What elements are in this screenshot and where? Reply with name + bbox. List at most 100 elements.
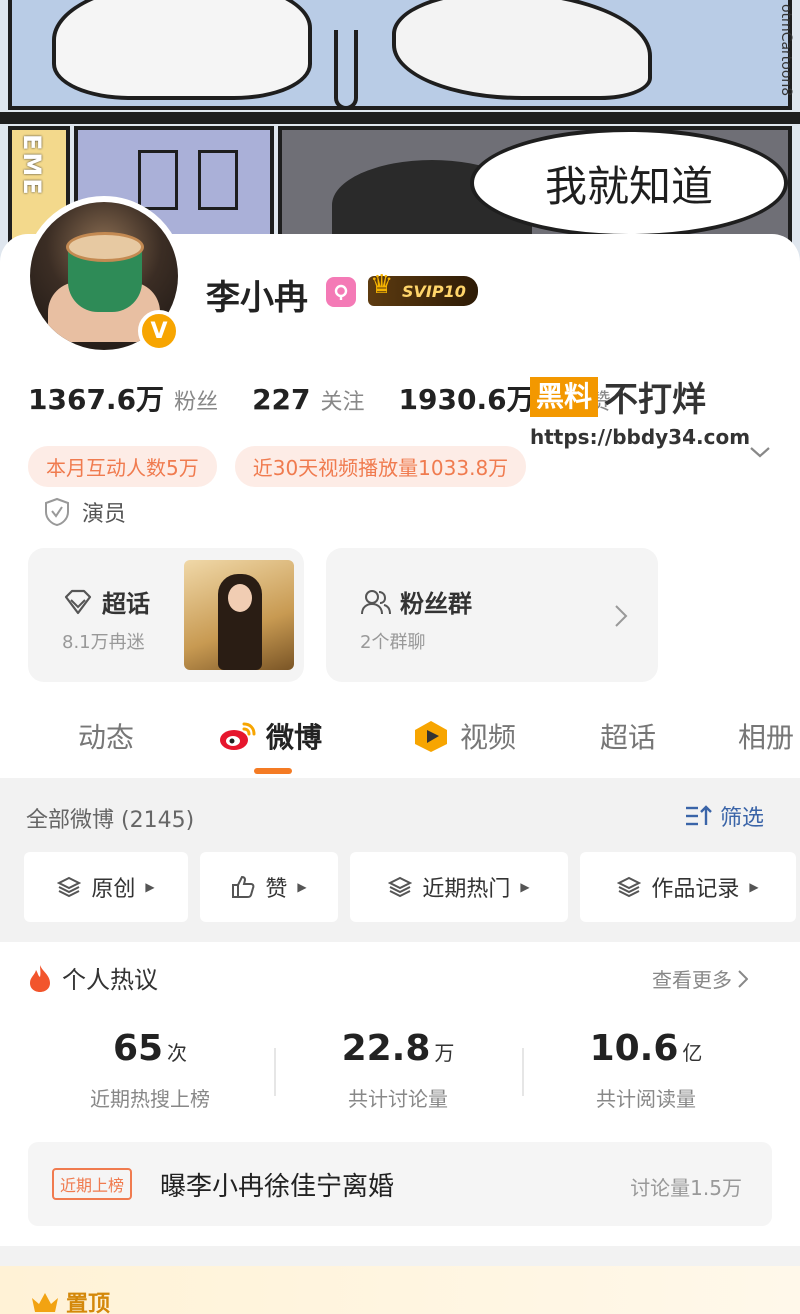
following-label[interactable]: 关注 (321, 384, 365, 416)
chip-trending[interactable]: 近期热门 ▶ (350, 852, 568, 922)
profile-page: otmCartoon8 EME 我就知道 V 李小冉 ♛ SVIP10 1367… (0, 0, 800, 1314)
super-topic-card[interactable]: 超话 8.1万冉迷 (28, 548, 304, 682)
layers-icon (617, 876, 642, 898)
chip-likes[interactable]: 赞 ▶ (200, 852, 338, 922)
chip-likes-label: 赞 (265, 877, 288, 902)
chevron-down-icon[interactable] (748, 440, 772, 464)
tab-weibo-label: 微博 (266, 721, 323, 754)
tag-video-plays[interactable]: 近30天视频播放量1033.8万 (234, 446, 527, 487)
watermark-badge: 黑料 (530, 376, 599, 417)
see-more-label: 查看更多 (652, 968, 732, 992)
thumbnail-face (228, 584, 252, 612)
role-row: 演员 (44, 496, 126, 528)
active-tab-indicator (254, 768, 292, 774)
filter-button[interactable]: 筛选 (684, 800, 764, 832)
metric-hot-search[interactable]: 65 次 近期热搜上榜 (30, 1028, 270, 1112)
fan-group-title: 粉丝群 (400, 590, 472, 618)
super-topic-subtitle: 8.1万冉迷 (62, 632, 145, 653)
metric-reads-unit: 亿 (682, 1041, 703, 1065)
watermark-url: https://bbdy34.com (530, 425, 751, 449)
chevron-right-icon (738, 969, 748, 988)
metric-discussion[interactable]: 22.8 万 共计讨论量 (278, 1028, 518, 1112)
filter-icon (686, 805, 712, 826)
crown-icon: ♛ (370, 270, 394, 300)
chip-trending-label: 近期热门 (422, 877, 511, 902)
tag-monthly-interactions[interactable]: 本月互动人数5万 (28, 446, 217, 487)
caret-right-icon: ▶ (297, 880, 307, 894)
weibo-logo-icon (220, 722, 256, 750)
fan-group-subtitle: 2个群聊 (360, 632, 426, 653)
tab-super-topic-label: 超话 (600, 721, 657, 754)
pinned-post-header[interactable]: 置顶 (0, 1266, 800, 1314)
profile-tabs: 动态 微博 视频 超话 相册 (0, 710, 800, 776)
profile-tags: 本月互动人数5万 近30天视频播放量1033.8万 (28, 446, 527, 487)
tab-super-topic[interactable]: 超话 (600, 716, 656, 756)
comic-panel-top (8, 0, 792, 110)
crown-icon (32, 1293, 58, 1312)
chip-works[interactable]: 作品记录 ▶ (580, 852, 796, 922)
section-separator (0, 1246, 800, 1266)
comic-figure-2 (392, 0, 652, 100)
hot-topic-text: 曝李小冉徐佳宁离婚 (160, 1172, 395, 1202)
role-label: 演员 (82, 502, 127, 527)
flame-icon (30, 964, 50, 992)
verified-v-icon: V (138, 310, 180, 352)
tab-album-label: 相册 (738, 721, 795, 754)
tab-dynamics[interactable]: 动态 (78, 716, 134, 756)
comic-credit: otmCartoon8 (778, 4, 794, 97)
comic-divider (0, 112, 800, 124)
recent-trending-badge: 近期上榜 (52, 1168, 133, 1200)
chip-original[interactable]: 原创 ▶ (24, 852, 188, 922)
comic-figure (52, 0, 312, 100)
tab-video[interactable]: 视频 (412, 716, 516, 756)
metric-reads-label: 共计阅读量 (596, 1087, 696, 1111)
feed-filter-section: 全部微博 (2145) 筛选 原创 ▶ 赞 ▶ 近期热门 ▶ 作品记录 ▶ (0, 778, 800, 942)
tab-weibo[interactable]: 微博 (218, 716, 322, 756)
video-play-icon (415, 721, 447, 752)
metric-discussion-label: 共计讨论量 (348, 1087, 448, 1111)
followers-count[interactable]: 1367.6万 (28, 378, 164, 418)
metric-reads-value: 10.6 (589, 1028, 679, 1069)
site-watermark: 黑料 不打烊 https://bbdy34.com (530, 372, 750, 449)
feed-count: 全部微博 (2145) (26, 808, 195, 833)
metric-divider (522, 1048, 524, 1096)
chip-original-label: 原创 (91, 877, 136, 902)
hot-topic-item[interactable]: 近期上榜 曝李小冉徐佳宁离婚 讨论量1.5万 (28, 1142, 772, 1226)
super-topic-title: 超话 (102, 590, 150, 618)
chip-works-label: 作品记录 (651, 877, 740, 902)
avatar-latte-art (66, 232, 144, 262)
layers-icon (57, 876, 82, 898)
metric-reads[interactable]: 10.6 亿 共计阅读量 (526, 1028, 766, 1112)
group-users-icon (361, 589, 391, 614)
personal-hot-section: 个人热议 查看更多 65 次 近期热搜上榜 22.8 万 共计讨论量 10.6 亿 共… (0, 942, 800, 1246)
profile-name: 李小冉 (206, 278, 308, 318)
watermark-text: 不打烊 (604, 380, 707, 420)
pinned-label: 置顶 (66, 1292, 111, 1314)
metric-divider (274, 1048, 276, 1096)
svip-badge[interactable]: ♛ SVIP10 (368, 270, 478, 306)
diamond-icon (64, 589, 92, 614)
see-more-link[interactable]: 查看更多 (652, 964, 748, 993)
tab-album[interactable]: 相册 (738, 716, 794, 756)
caret-right-icon: ▶ (520, 880, 530, 894)
filter-label: 筛选 (720, 806, 765, 831)
shield-check-icon (45, 497, 69, 527)
caret-right-icon: ▶ (749, 880, 759, 894)
interactions-count[interactable]: 1930.6万 (399, 378, 535, 418)
fan-group-card[interactable]: 粉丝群 2个群聊 (326, 548, 658, 682)
layers-icon (388, 876, 413, 898)
followers-label[interactable]: 粉丝 (174, 384, 218, 416)
metric-discussion-value: 22.8 (341, 1028, 431, 1069)
following-count[interactable]: 227 (252, 383, 310, 416)
comic-door-2 (198, 150, 238, 210)
thumbs-up-icon (232, 875, 255, 898)
comic-door (138, 150, 178, 210)
super-topic-thumbnail (184, 560, 294, 670)
metric-hot-search-value: 65 (112, 1028, 164, 1069)
comic-side-text: EME (18, 134, 46, 197)
caret-right-icon: ▶ (145, 880, 155, 894)
chevron-right-icon (615, 605, 628, 627)
female-gender-icon (326, 277, 356, 307)
tab-video-label: 视频 (460, 721, 517, 754)
metric-discussion-unit: 万 (434, 1041, 455, 1065)
